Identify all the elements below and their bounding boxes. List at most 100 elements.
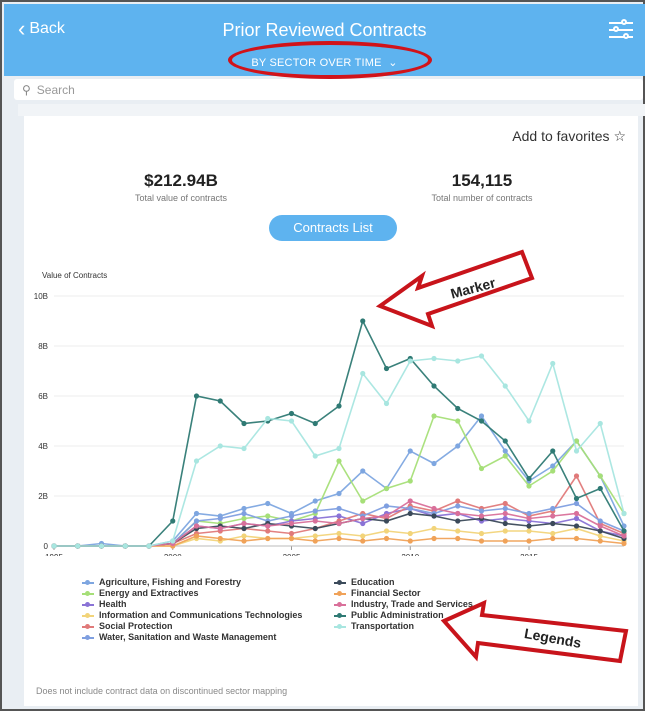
legend-item[interactable]: Energy and Extractives bbox=[82, 588, 302, 599]
data-point bbox=[312, 518, 318, 524]
x-tick-label: 2005 bbox=[283, 553, 301, 556]
legend-item[interactable]: Education bbox=[334, 577, 473, 588]
data-point bbox=[265, 513, 271, 519]
data-point bbox=[288, 418, 295, 424]
total-count-label: Total number of contracts bbox=[431, 193, 533, 203]
data-point bbox=[241, 420, 247, 427]
x-tick-label: 2015 bbox=[520, 553, 538, 556]
data-point bbox=[621, 528, 627, 534]
search-input[interactable]: ⚲ Search bbox=[14, 79, 643, 100]
data-point bbox=[312, 498, 318, 504]
data-point bbox=[288, 535, 295, 542]
data-point bbox=[455, 510, 461, 517]
data-point bbox=[312, 420, 318, 427]
data-point bbox=[573, 510, 580, 517]
data-point bbox=[502, 538, 508, 544]
data-point bbox=[597, 528, 603, 534]
data-point bbox=[360, 498, 366, 504]
data-point bbox=[312, 538, 318, 544]
data-point bbox=[407, 530, 413, 537]
legend-item[interactable]: Information and Communications Technolog… bbox=[82, 610, 302, 621]
legend-item[interactable]: Social Protection bbox=[82, 621, 302, 632]
data-point bbox=[478, 513, 485, 519]
legend-item[interactable]: Financial Sector bbox=[334, 588, 473, 599]
data-point bbox=[455, 518, 461, 524]
data-point bbox=[502, 383, 508, 389]
data-point bbox=[383, 513, 390, 519]
data-point bbox=[193, 393, 200, 399]
data-point bbox=[550, 535, 556, 542]
data-point bbox=[265, 523, 271, 529]
series-line bbox=[54, 414, 625, 547]
data-point bbox=[478, 465, 485, 472]
legend-marker bbox=[82, 612, 94, 618]
data-point bbox=[193, 518, 200, 524]
data-point bbox=[431, 505, 437, 512]
total-count: 154,115 bbox=[451, 171, 513, 190]
data-point bbox=[526, 483, 532, 489]
data-point bbox=[550, 468, 556, 474]
legend-label: Transportation bbox=[351, 621, 415, 631]
legend-marker bbox=[334, 579, 346, 585]
data-point bbox=[455, 358, 461, 364]
data-point bbox=[431, 513, 437, 519]
data-point bbox=[383, 528, 390, 534]
legend-marker bbox=[82, 601, 94, 607]
data-point bbox=[502, 448, 508, 454]
legend-label: Energy and Extractives bbox=[99, 588, 199, 598]
data-point bbox=[407, 358, 413, 364]
legend-item[interactable]: Agriculture, Fishing and Forestry bbox=[82, 577, 302, 588]
search-placeholder: Search bbox=[36, 82, 75, 97]
legend-marker bbox=[82, 579, 94, 585]
data-point bbox=[478, 418, 485, 424]
add-to-favorites-button[interactable]: Add to favorites ☆ bbox=[512, 128, 626, 145]
data-point bbox=[265, 528, 271, 534]
data-point bbox=[621, 533, 627, 539]
data-point bbox=[526, 475, 532, 482]
data-point bbox=[597, 473, 603, 479]
data-point bbox=[360, 515, 366, 522]
data-point bbox=[265, 500, 271, 507]
data-point bbox=[407, 505, 413, 512]
data-point bbox=[550, 505, 556, 512]
data-point bbox=[193, 533, 200, 539]
legend-label: Agriculture, Fishing and Forestry bbox=[99, 577, 242, 587]
data-point bbox=[407, 478, 413, 484]
data-point bbox=[455, 443, 461, 449]
data-point bbox=[526, 418, 532, 424]
y-tick-label: 2B bbox=[38, 492, 48, 501]
data-point bbox=[146, 543, 152, 549]
data-point bbox=[502, 528, 508, 534]
filter-settings-icon[interactable] bbox=[609, 19, 633, 40]
data-point bbox=[597, 538, 603, 544]
data-point bbox=[336, 535, 342, 542]
legend-marker bbox=[334, 623, 346, 629]
legend-label: Water, Sanitation and Waste Management bbox=[99, 632, 277, 642]
data-point bbox=[550, 448, 556, 454]
data-point bbox=[241, 445, 247, 452]
data-point bbox=[360, 468, 366, 474]
data-point bbox=[217, 525, 223, 532]
x-tick-label: 2000 bbox=[164, 553, 182, 556]
data-point bbox=[573, 535, 580, 542]
data-point bbox=[407, 448, 413, 454]
data-point bbox=[383, 503, 390, 509]
y-axis-label: Value of Contracts bbox=[42, 271, 107, 280]
data-point bbox=[241, 510, 247, 517]
total-count-stat: 154,115 Total number of contracts bbox=[412, 171, 552, 203]
data-point bbox=[241, 538, 247, 544]
data-point bbox=[431, 460, 437, 467]
data-point bbox=[502, 505, 508, 512]
data-point bbox=[597, 485, 603, 492]
data-point bbox=[478, 413, 485, 419]
data-point bbox=[336, 530, 342, 537]
legend-item[interactable]: Water, Sanitation and Waste Management bbox=[82, 632, 302, 643]
data-point bbox=[478, 353, 485, 359]
contracts-list-button[interactable]: Contracts List bbox=[269, 215, 397, 241]
data-point bbox=[241, 533, 247, 539]
total-value-stat: $212.94B Total value of contracts bbox=[116, 171, 246, 203]
legend-item[interactable]: Health bbox=[82, 599, 302, 610]
data-point bbox=[265, 535, 271, 542]
data-point bbox=[431, 355, 437, 362]
data-point bbox=[431, 535, 437, 542]
